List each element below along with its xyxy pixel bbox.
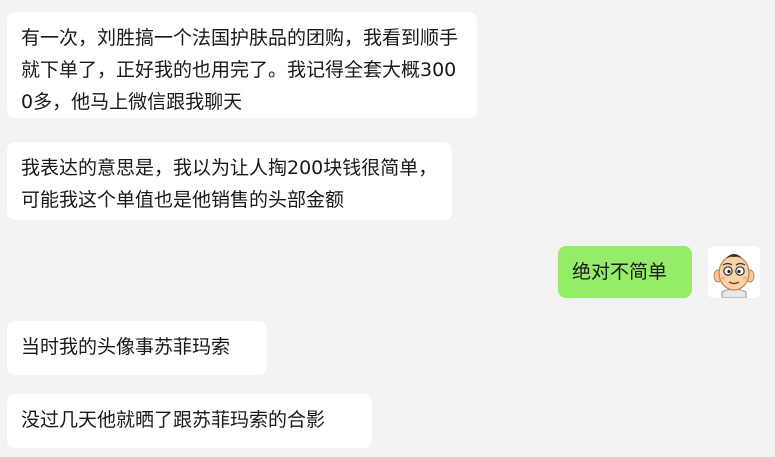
avatar[interactable] [708,246,760,298]
chat-message-list[interactable]: 有一次，刘胜搞一个法国护肤品的团购，我看到顺手就下单了，正好我的也用完了。我记得… [0,0,775,457]
incoming-message-bubble[interactable]: 当时我的头像事苏菲玛索 [7,321,267,375]
message-text: 我表达的意思是，我以为让人掏200块钱很简单，可能我这个单值也是他销售的头部金额 [21,157,438,211]
message-text: 没过几天他就晒了跟苏菲玛索的合影 [21,409,326,431]
cartoon-boy-avatar-icon [708,246,760,298]
incoming-message-bubble[interactable]: 有一次，刘胜搞一个法国护肤品的团购，我看到顺手就下单了，正好我的也用完了。我记得… [7,12,477,118]
outgoing-message-bubble[interactable]: 绝对不简单 [558,246,692,298]
message-text: 绝对不简单 [572,261,668,283]
incoming-message-bubble[interactable]: 我表达的意思是，我以为让人掏200块钱很简单，可能我这个单值也是他销售的头部金额 [7,142,452,220]
message-text: 有一次，刘胜搞一个法国护肤品的团购，我看到顺手就下单了，正好我的也用完了。我记得… [21,27,459,113]
incoming-message-bubble[interactable]: 没过几天他就晒了跟苏菲玛索的合影 [7,394,372,448]
message-text: 当时我的头像事苏菲玛索 [21,336,231,358]
